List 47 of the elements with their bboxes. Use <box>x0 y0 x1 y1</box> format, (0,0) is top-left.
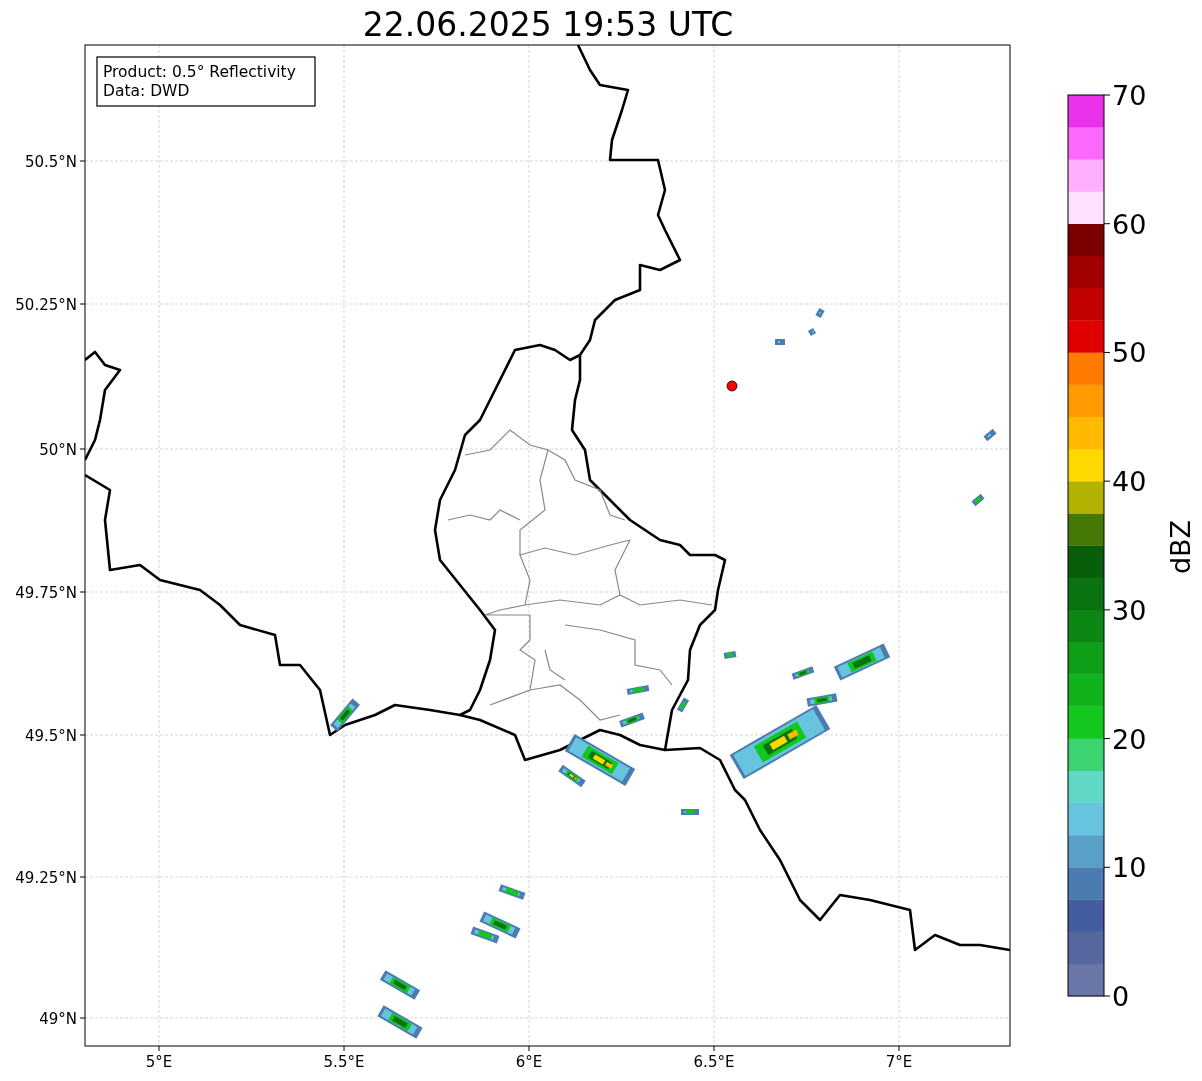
axis-tick-label: 49.5°N <box>24 727 77 745</box>
radar-echo-drawing <box>815 308 825 318</box>
colorbar-label: dBZ <box>1165 519 1196 575</box>
colorbar-tick-label: 10 <box>1112 852 1147 884</box>
tick-mark <box>898 1045 900 1052</box>
radar-echo-drawing <box>681 809 699 815</box>
colorbar-tick-label: 40 <box>1112 466 1147 498</box>
legend-text: Data: DWD <box>103 82 190 100</box>
axis-tick-label: 49.25°N <box>15 869 77 887</box>
radar-echo-drawing <box>791 666 815 680</box>
axis-tick-label: 6°E <box>515 1053 543 1071</box>
tick-mark <box>79 591 86 593</box>
legend-text: Product: 0.5° Reflectivity <box>103 63 296 81</box>
tick-mark <box>343 1045 345 1052</box>
chart-title: 22.06.2025 19:53 UTC <box>362 5 734 44</box>
axis-tick-label: 50°N <box>39 441 77 459</box>
tick-mark <box>79 448 86 450</box>
tick-mark <box>713 1045 715 1052</box>
radar-echo-drawing <box>971 493 985 507</box>
radar-echo-drawing <box>723 651 737 659</box>
axis-tick-label: 5.5°E <box>323 1053 365 1071</box>
tick-mark <box>528 1045 530 1052</box>
tick-mark <box>79 734 86 736</box>
radar-echo-drawing <box>807 327 817 337</box>
colorbar-tick-label: 0 <box>1112 981 1130 1012</box>
axis-tick-label: 49°N <box>39 1010 77 1028</box>
radar-echo-drawing <box>775 339 785 345</box>
tick-mark <box>79 1017 86 1019</box>
radar-echo-drawing <box>626 685 650 695</box>
axis-tick-label: 7°E <box>885 1053 913 1071</box>
axis-tick-label: 6.5°E <box>693 1053 735 1071</box>
axis-tick-label: 50.25°N <box>15 296 77 314</box>
colorbar-tick-label: 20 <box>1112 723 1147 755</box>
radar-echo-drawing <box>983 428 997 442</box>
axis-tick-label: 49.75°N <box>15 584 77 602</box>
tick-mark <box>79 160 86 162</box>
radar-site-marker <box>726 380 738 392</box>
axis-tick-label: 5°E <box>145 1053 173 1071</box>
colorbar-tick-label: 30 <box>1112 594 1147 626</box>
axis-tick-label: 50.5°N <box>24 153 77 171</box>
tick-mark <box>79 876 86 878</box>
tick-mark <box>158 1045 160 1052</box>
tick-mark <box>79 303 86 305</box>
colorbar-tick-label: 70 <box>1112 80 1147 111</box>
colorbar-tick-label: 50 <box>1112 337 1147 369</box>
colorbar-tick-label: 60 <box>1112 208 1147 240</box>
radar-echo-drawing <box>676 697 690 713</box>
